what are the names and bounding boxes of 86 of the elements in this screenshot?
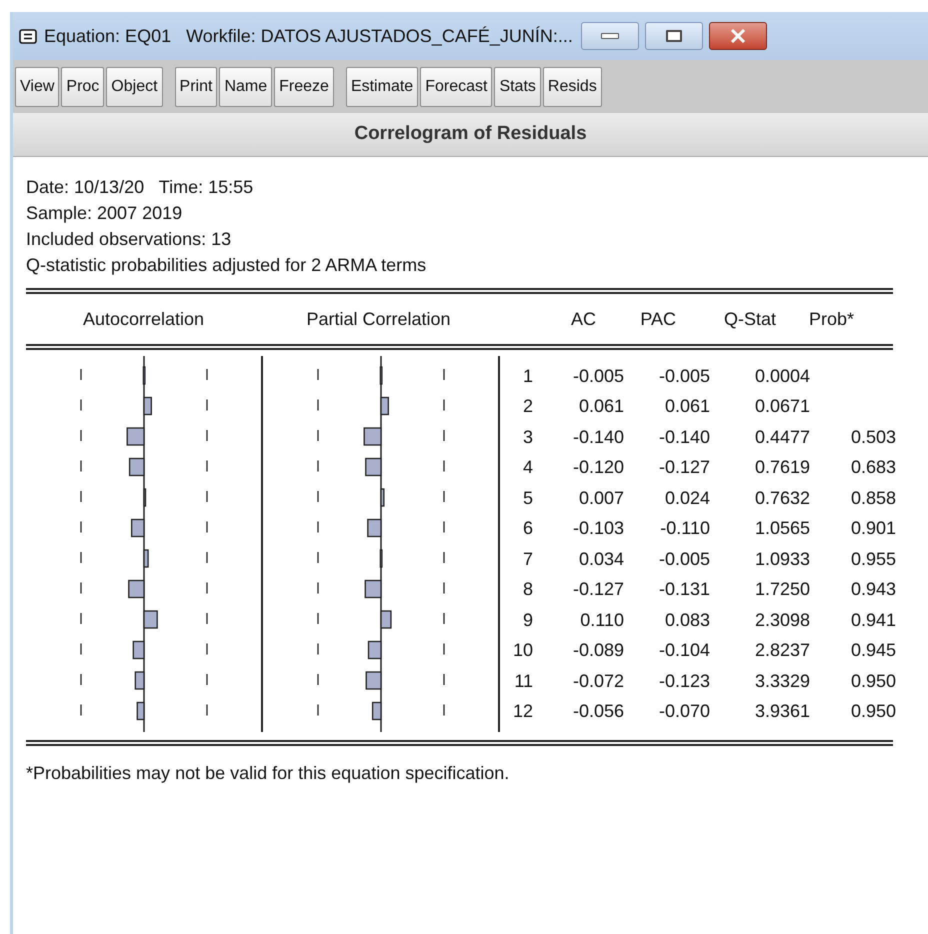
column-header: Q-Stat bbox=[722, 308, 776, 330]
toolbar-button[interactable]: Forecast bbox=[420, 66, 492, 106]
table-cell-text: 3.3329 bbox=[754, 670, 810, 693]
table-cell-text: 1 bbox=[522, 364, 533, 388]
column-header: Partial Correlation bbox=[305, 308, 452, 330]
table-cell-text: 8 bbox=[522, 578, 533, 602]
column-header: Autocorrelation bbox=[82, 308, 206, 330]
table-cell-text: 6 bbox=[522, 517, 533, 540]
table-cell-text: 0.4477 bbox=[754, 426, 810, 449]
table-cell-text: 0.955 bbox=[850, 548, 896, 571]
table-cell-text: 0.901 bbox=[850, 517, 896, 540]
column-header: AC bbox=[570, 308, 596, 330]
table-cell-text: -0.127 bbox=[572, 578, 624, 602]
info-line: Sample: 2007 2019 bbox=[26, 202, 184, 225]
table-cell-text: 0.7632 bbox=[754, 486, 810, 510]
info-line: Q-statistic probabilities adjusted for 2 ARMA terms bbox=[26, 254, 428, 277]
toolbar-button[interactable]: Resids bbox=[542, 66, 602, 106]
table-cell-text: -0.127 bbox=[658, 456, 710, 480]
table-cell-text: -0.005 bbox=[658, 364, 710, 388]
maximize-button[interactable] bbox=[644, 22, 703, 50]
table-cell-text: -0.070 bbox=[658, 700, 710, 724]
table-cell-text: -0.140 bbox=[572, 426, 624, 449]
info-line: Included observations: 13 bbox=[26, 228, 232, 251]
table-cell-text: 0.941 bbox=[850, 608, 896, 632]
table-cell-text: -0.103 bbox=[572, 517, 624, 540]
table-cell-text: 2.8237 bbox=[754, 639, 810, 662]
table-cell-text: -0.110 bbox=[659, 517, 710, 540]
table-cell-text: 0.0004 bbox=[754, 364, 810, 388]
table-cell-text: 2 bbox=[522, 395, 533, 418]
footnote: *Probabilities may not be valid for this equation specification. bbox=[26, 762, 510, 785]
table-cell-text: 0.950 bbox=[850, 700, 896, 724]
column-header: Prob* bbox=[808, 308, 854, 330]
toolbar-button[interactable]: Stats bbox=[494, 66, 541, 106]
toolbar-button[interactable]: Estimate bbox=[346, 66, 418, 106]
table-cell-text: -0.104 bbox=[658, 639, 710, 662]
table-cell-text: -0.056 bbox=[572, 700, 624, 724]
table-cell-text: 0.950 bbox=[850, 670, 896, 693]
table-cell-text: 0.083 bbox=[664, 608, 710, 632]
table-cell-text: 0.024 bbox=[664, 486, 710, 510]
table-cell-text: 1.0565 bbox=[754, 517, 810, 540]
minimize-button[interactable] bbox=[580, 22, 639, 50]
table-cell-text: -0.072 bbox=[572, 670, 624, 693]
table-cell-text: -0.140 bbox=[658, 426, 710, 449]
toolbar-button[interactable]: Object bbox=[106, 66, 163, 106]
table-cell-text: 0.061 bbox=[664, 395, 710, 418]
view-header: Correlogram of Residuals bbox=[13, 113, 928, 157]
table-cell-text: -0.120 bbox=[572, 456, 624, 480]
table-cell-text: 0.007 bbox=[578, 486, 624, 510]
close-button[interactable] bbox=[708, 22, 767, 50]
toolbar-button[interactable]: Proc bbox=[61, 66, 104, 106]
info-line: Date: 10/13/20 Time: 15:55 bbox=[26, 176, 254, 199]
table-cell-text: 0.858 bbox=[850, 486, 896, 510]
table-cell-text: 12 bbox=[512, 700, 533, 724]
toolbar-button[interactable]: Freeze bbox=[274, 66, 334, 106]
table-cell-text: 5 bbox=[522, 486, 533, 510]
table-cell-text: -0.089 bbox=[572, 639, 624, 662]
table-cell-text: -0.005 bbox=[658, 548, 710, 571]
table-cell-text: 9 bbox=[522, 608, 533, 632]
table-cell-text: 0.683 bbox=[850, 456, 896, 480]
table-cell-text: 0.034 bbox=[578, 548, 624, 571]
table-cell-text: 0.503 bbox=[850, 426, 896, 449]
column-header: PAC bbox=[639, 308, 676, 330]
table-cell-text: 0.061 bbox=[578, 395, 624, 418]
toolbar-button[interactable]: View bbox=[15, 66, 60, 106]
table-cell-text: -0.131 bbox=[658, 578, 710, 602]
table-cell-text: 0.945 bbox=[850, 639, 896, 662]
table-cell-text: 0.110 bbox=[579, 608, 624, 632]
table-cell-text: 1.0933 bbox=[754, 548, 810, 571]
toolbar-button[interactable]: Print bbox=[174, 66, 218, 106]
table-cell-text: 3 bbox=[522, 426, 533, 449]
table-cell-text: -0.005 bbox=[572, 364, 624, 388]
table-cell-text: 3.9361 bbox=[754, 700, 810, 724]
window-menu-icon bbox=[19, 28, 37, 44]
table-cell-text: 1.7250 bbox=[754, 578, 810, 602]
window-title: Equation: EQ01 Workfile: DATOS AJUSTADOS_CAFÉ_JUNÍN:... bbox=[44, 24, 573, 48]
table-cell-text: 4 bbox=[522, 456, 533, 480]
table-cell-text: 0.0671 bbox=[754, 395, 810, 418]
table-cell-text: 10 bbox=[512, 639, 533, 662]
table-cell-text: 0.943 bbox=[850, 578, 896, 602]
table-cell-text: -0.123 bbox=[658, 670, 710, 693]
table-cell-text: 11 bbox=[513, 670, 533, 693]
table-cell-text: 2.3098 bbox=[754, 608, 810, 632]
close-icon bbox=[730, 29, 746, 43]
table-cell-text: 7 bbox=[522, 548, 533, 571]
toolbar-button[interactable]: Name bbox=[219, 66, 272, 106]
table-cell-text: 0.7619 bbox=[754, 456, 810, 480]
